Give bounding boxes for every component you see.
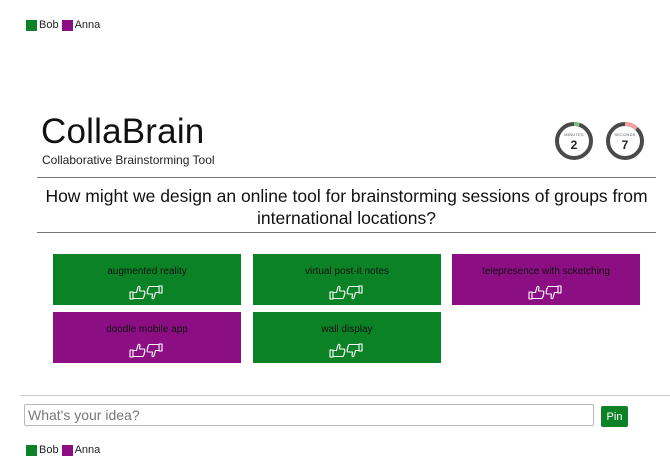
thumbs-up-down-icon[interactable] bbox=[129, 284, 163, 301]
idea-text: telepresence with scketching bbox=[482, 266, 610, 277]
composer-divider bbox=[20, 395, 670, 396]
participant-legend-bottom: Bob Anna bbox=[26, 444, 103, 456]
participant-swatch-bob bbox=[26, 444, 37, 456]
idea-card[interactable]: augmented reality bbox=[53, 254, 241, 305]
idea-card[interactable]: telepresence with scketching bbox=[452, 254, 640, 305]
participant-name-anna: Anna bbox=[74, 19, 101, 31]
thumbs-up-down-icon[interactable] bbox=[129, 342, 163, 359]
minutes-label: MINUTES bbox=[564, 132, 584, 137]
idea-card[interactable]: wall display bbox=[253, 312, 441, 363]
pin-button[interactable]: Pin bbox=[601, 406, 628, 427]
thumbs-up-down-icon[interactable] bbox=[329, 284, 363, 301]
participant-swatch-bob bbox=[26, 19, 37, 31]
idea-input[interactable] bbox=[24, 404, 594, 426]
idea-card[interactable]: doodle mobile app bbox=[53, 312, 241, 363]
idea-text: augmented reality bbox=[107, 266, 187, 277]
participant-swatch-anna bbox=[61, 19, 73, 31]
question-panel: How might we design an online tool for b… bbox=[37, 177, 656, 233]
participant-legend-top: Bob Anna bbox=[26, 19, 103, 31]
seconds-label: SECONDS bbox=[614, 132, 636, 137]
idea-text: virtual post-it notes bbox=[305, 266, 389, 277]
thumbs-up-down-icon[interactable] bbox=[528, 284, 562, 301]
participant-name-bob: Bob bbox=[39, 444, 59, 456]
seconds-value: 7 bbox=[621, 138, 629, 152]
participant-swatch-anna bbox=[61, 444, 73, 456]
minutes-value: 2 bbox=[570, 138, 578, 152]
app-title: CollaBrain bbox=[41, 112, 205, 151]
participant-name-bob: Bob bbox=[39, 19, 59, 31]
idea-text: wall display bbox=[321, 324, 373, 335]
idea-card[interactable]: virtual post-it notes bbox=[253, 254, 441, 305]
participant-name-anna: Anna bbox=[74, 444, 101, 456]
question-text: How might we design an online tool for b… bbox=[45, 186, 648, 228]
thumbs-up-down-icon[interactable] bbox=[329, 342, 363, 359]
seconds-timer: SECONDS 7 bbox=[605, 121, 645, 161]
minutes-timer: MINUTES 2 bbox=[554, 121, 594, 161]
app-subtitle: Collaborative Brainstorming Tool bbox=[42, 153, 215, 167]
idea-text: doodle mobile app bbox=[106, 324, 188, 335]
